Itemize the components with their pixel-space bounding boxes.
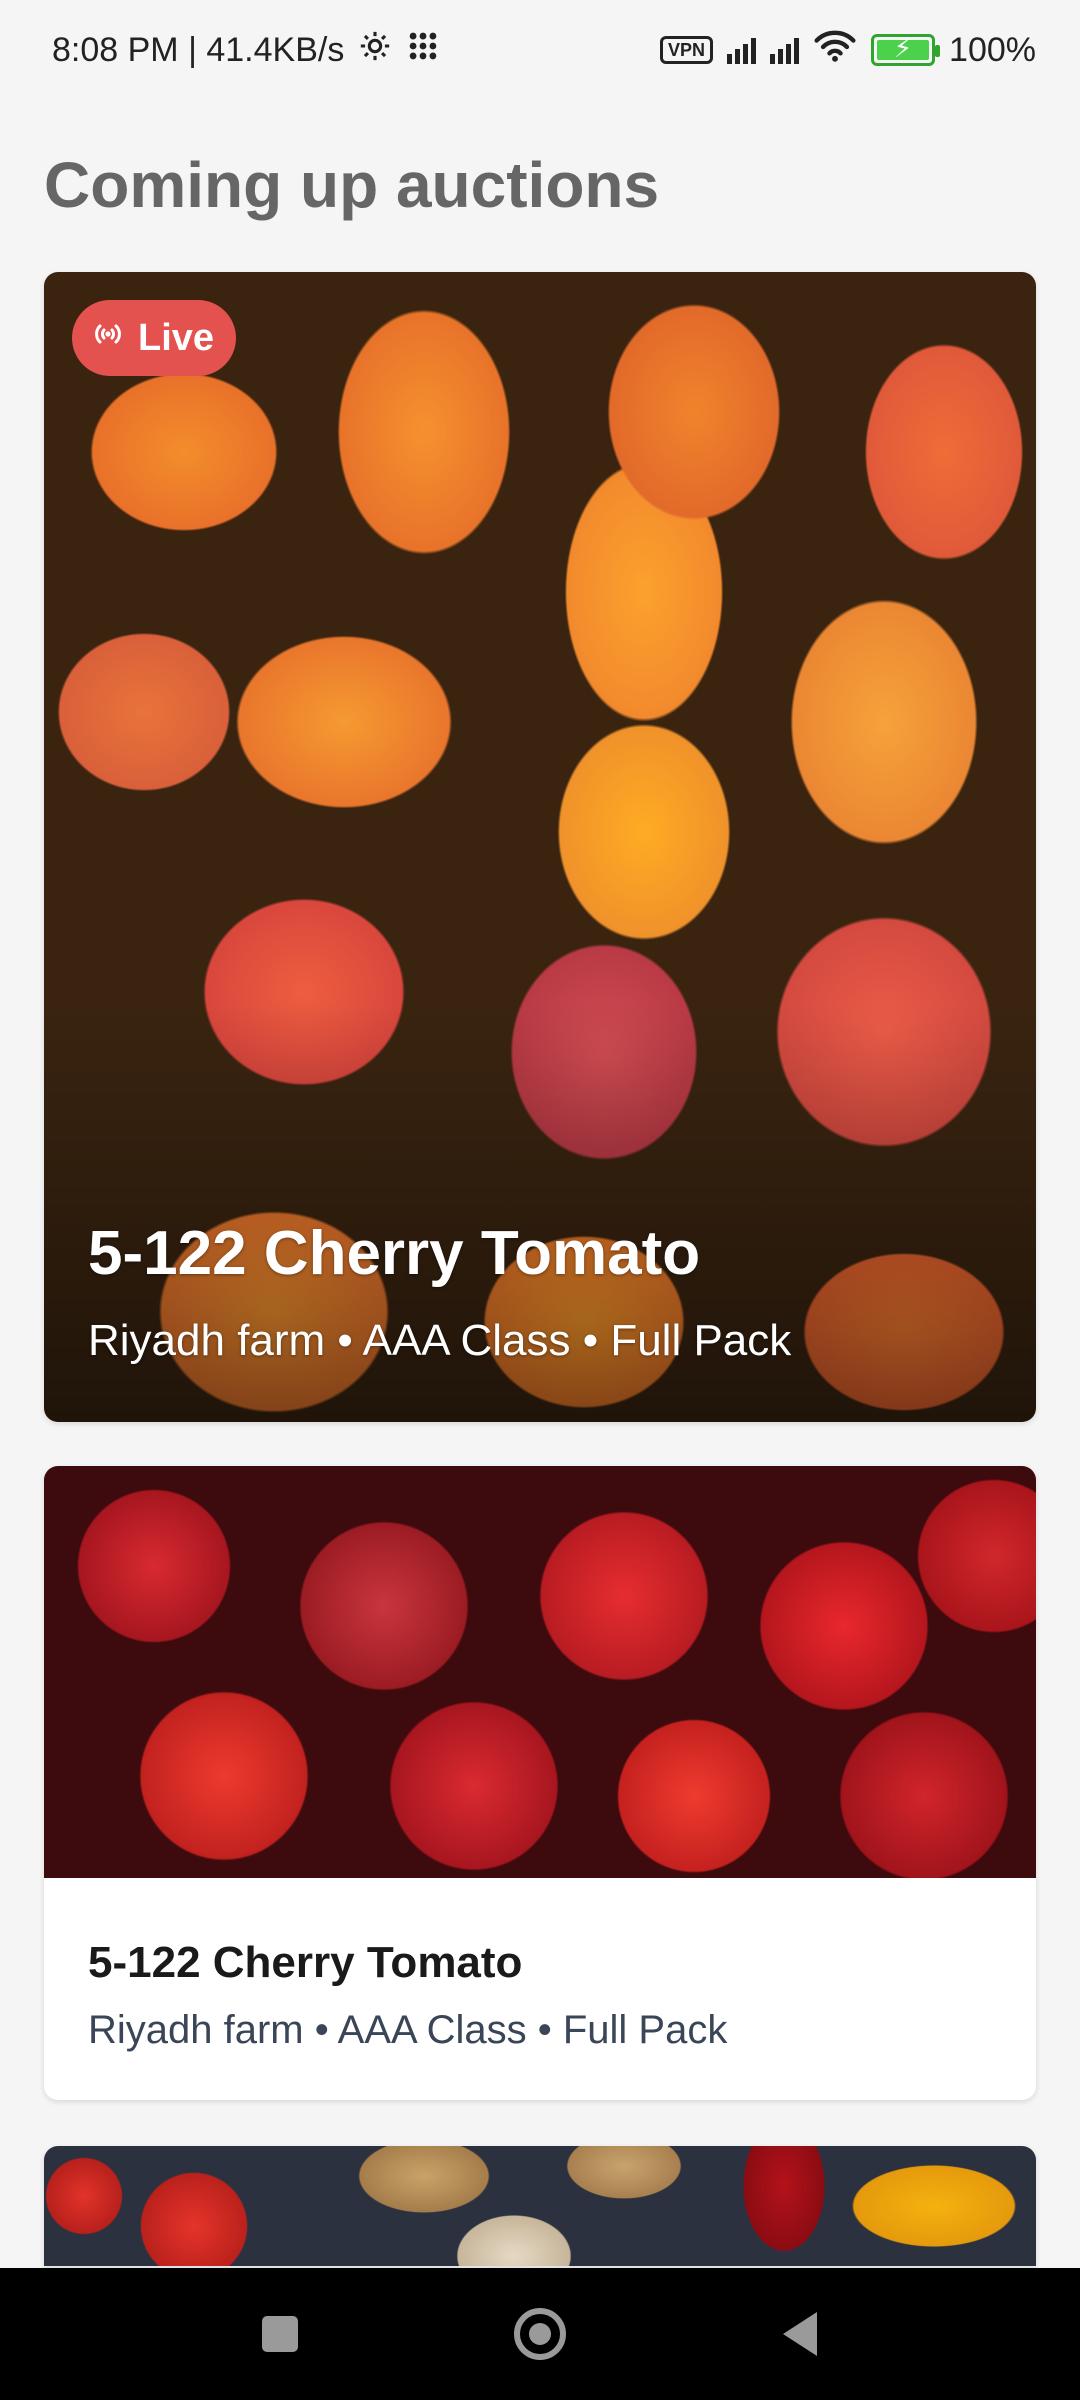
auction-title: 5-122 Cherry Tomato — [88, 1219, 701, 1288]
vpn-badge: VPN — [660, 36, 714, 64]
live-badge: Live — [72, 300, 237, 376]
auction-title: 5-122 Cherry Tomato — [88, 1938, 523, 1987]
circle-icon — [514, 2308, 566, 2360]
vegetables-photo — [44, 2146, 1036, 2266]
live-label: Live — [138, 316, 215, 359]
signal-icon — [727, 36, 757, 64]
square-icon — [262, 2316, 298, 2352]
status-time-speed: 8:08 PM | 41.4KB/s — [52, 30, 345, 69]
system-nav-bar — [0, 2268, 1080, 2400]
recents-button[interactable] — [250, 2304, 310, 2364]
dots-grid-icon — [406, 29, 440, 72]
auction-subtitle: Riyadh farm • AAA Class • Full Pack — [88, 2008, 728, 2052]
apples-photo — [44, 1466, 1036, 1878]
auction-subtitle: Riyadh farm • AAA Class • Full Pack — [88, 1316, 792, 1365]
status-bar: 8:08 PM | 41.4KB/s VPN ⚡ 100% — [0, 0, 1080, 100]
back-button[interactable] — [770, 2304, 830, 2364]
signal-icon — [770, 36, 800, 64]
wifi-icon — [813, 29, 857, 72]
battery-charging-icon: ⚡ — [871, 33, 941, 66]
triangle-back-icon — [783, 2312, 817, 2356]
gear-icon — [358, 29, 392, 72]
battery-percent: 100% — [949, 30, 1036, 69]
broadcast-icon — [90, 320, 126, 356]
auction-info — [44, 1878, 1036, 2100]
auction-card[interactable] — [44, 2146, 1036, 2266]
auction-card[interactable]: 5-122 Cherry Tomato Riyadh farm • AAA Cl… — [44, 1466, 1036, 2100]
page-title: Coming up auctions — [44, 149, 660, 221]
home-button[interactable] — [510, 2304, 570, 2364]
auction-card-live[interactable]: Live 5-122 Cherry Tomato Riyadh farm • A… — [44, 272, 1036, 1422]
